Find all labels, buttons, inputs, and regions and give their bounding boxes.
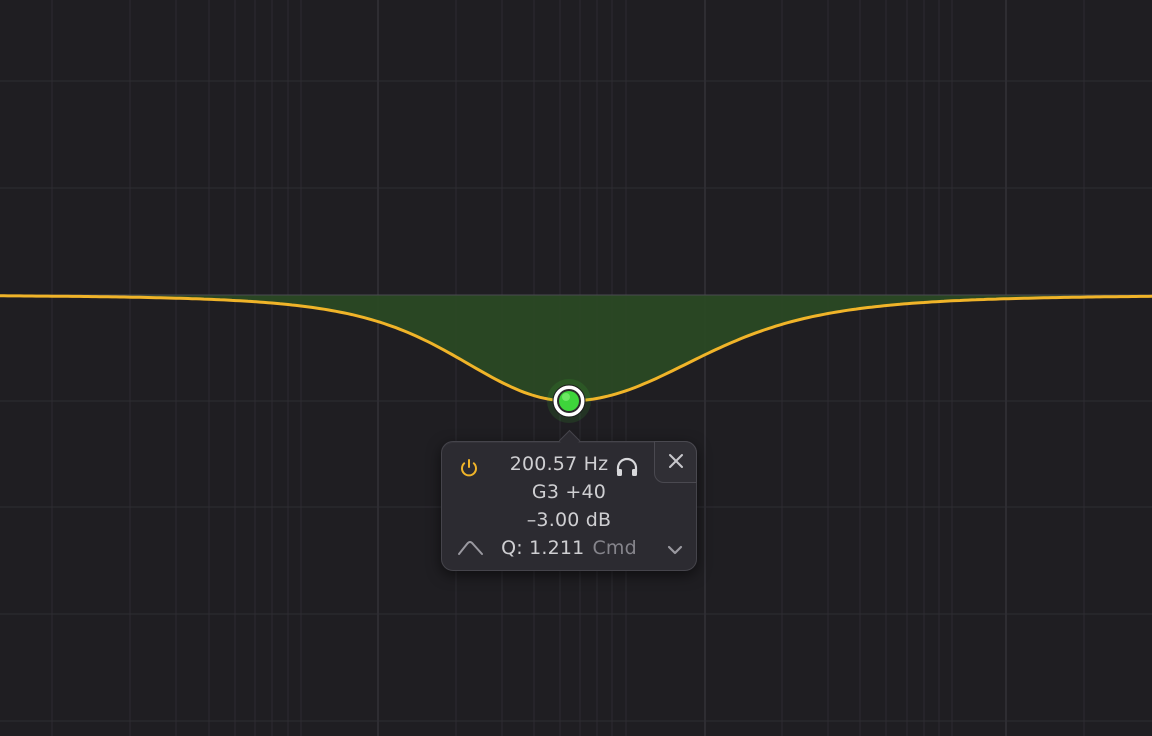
close-button[interactable] xyxy=(654,441,697,483)
frequency-value[interactable]: 200.57 Hz xyxy=(510,453,609,475)
chevron-down-icon xyxy=(667,545,683,555)
solo-button[interactable] xyxy=(614,455,640,481)
bell-shape-icon xyxy=(458,541,483,555)
shape-button[interactable] xyxy=(456,538,486,558)
menu-button[interactable] xyxy=(665,542,685,556)
band-node[interactable] xyxy=(547,379,591,423)
eq-display[interactable]: 200.57 Hz G3 +40 –3.00 dB Q: 1.211 Cmd xyxy=(0,0,1152,736)
gain-row[interactable]: –3.00 dB xyxy=(442,508,696,532)
headphones-icon xyxy=(616,457,638,476)
q-value[interactable]: Q: 1.211 xyxy=(501,537,584,559)
note-row: G3 +40 xyxy=(442,480,696,504)
band-popup: 200.57 Hz G3 +40 –3.00 dB Q: 1.211 Cmd xyxy=(441,429,697,571)
note-value: G3 +40 xyxy=(531,481,607,503)
gain-value[interactable]: –3.00 dB xyxy=(527,509,612,531)
eq-graph[interactable] xyxy=(0,0,1152,736)
close-icon xyxy=(669,454,683,468)
q-modifier-hint: Cmd xyxy=(592,537,637,559)
